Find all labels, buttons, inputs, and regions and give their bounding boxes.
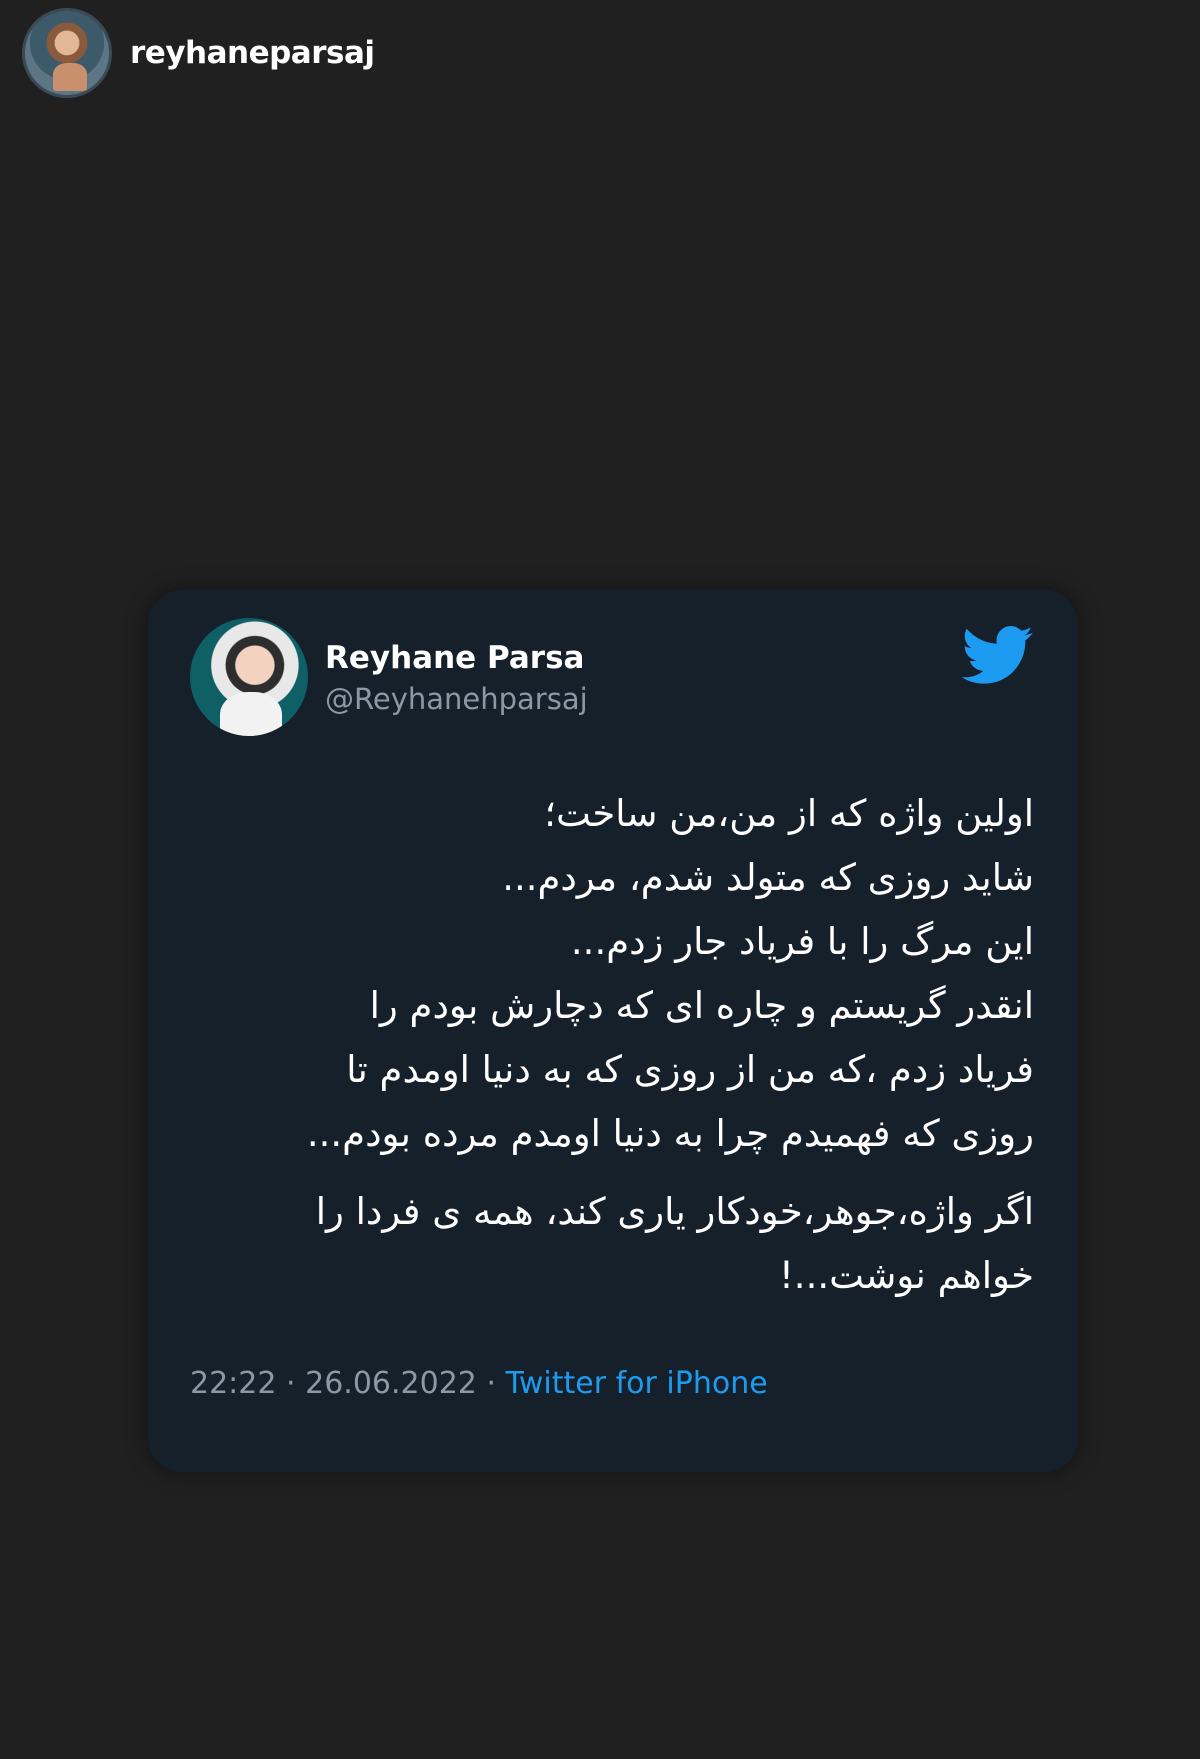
story-page: reyhaneparsaj Reyhane Parsa @Reyhanehpar… [0,0,1200,1759]
tweet-card: Reyhane Parsa @Reyhanehparsaj اولین واژه… [148,590,1078,1472]
tweet-author-handle: @Reyhanehparsaj [325,682,588,716]
tweet-line: اگر واژه،جوهر،خودکار یاری کند، همه ی فرد… [315,1190,1034,1233]
tweet-line: اولین واژه که از من،من ساخت؛ [544,792,1034,835]
story-header: reyhaneparsaj [22,8,375,98]
tweet-author-name: Reyhane Parsa [325,640,585,676]
tweet-line: این مرگ را با فریاد جار زدم... [570,920,1034,963]
tweet-line: خواهم نوشت...! [778,1254,1034,1297]
tweet-text: اولین واژه که از من،من ساخت؛ شاید روزی ک… [194,782,1034,1308]
twitter-bird-icon [962,626,1033,684]
tweet-author-avatar [190,618,308,736]
meta-separator: · [286,1366,296,1401]
story-username[interactable]: reyhaneparsaj [130,35,375,71]
tweet-line: انقدر گریستم و چاره ای که دچارش بودم را [369,984,1034,1027]
tweet-line: فریاد زدم ،که من از روزی که به دنیا اومد… [346,1048,1034,1091]
tweet-line: شاید روزی که متولد شدم، مردم... [502,856,1034,899]
tweet-date: 26.06.2022 [305,1366,477,1401]
tweet-source-link[interactable]: Twitter for iPhone [506,1366,768,1401]
tweet-meta: 22:22 · 26.06.2022 · Twitter for iPhone [190,1366,768,1401]
tweet-line: روزی که فهمیدم چرا به دنیا اومدم مرده بو… [306,1112,1034,1155]
story-avatar[interactable] [22,8,112,98]
tweet-time: 22:22 [190,1366,277,1401]
meta-separator: · [486,1366,496,1401]
